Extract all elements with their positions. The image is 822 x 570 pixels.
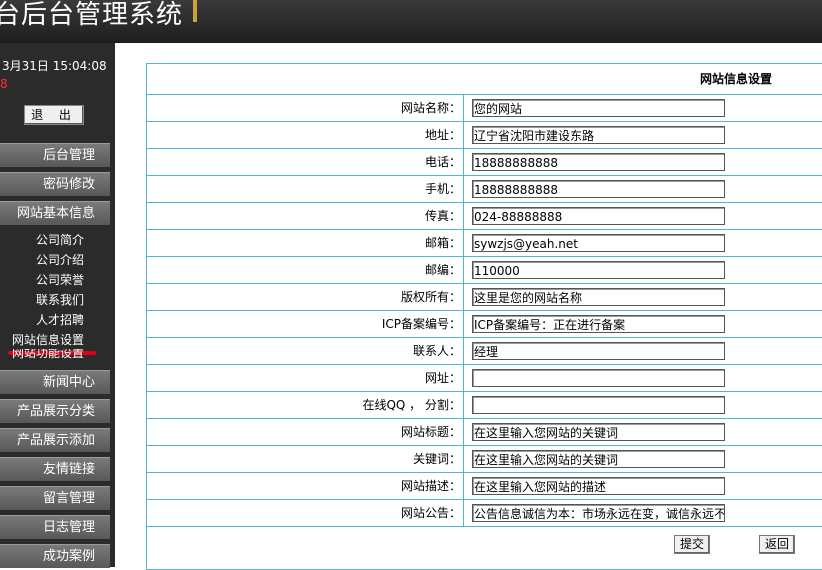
nav-message-management[interactable]: 留言管理 — [0, 486, 110, 510]
top-header-bar: 台后台管理系统 — [0, 0, 822, 43]
app-title: 台后台管理系统 — [0, 0, 184, 30]
field-label-url: 网址： — [147, 365, 464, 391]
form-row: 网站公告： 公告信息诚信为本：市场永远在变，诚信永远不 — [147, 500, 822, 527]
field-label-description: 网站描述： — [147, 473, 464, 499]
field-label-copyright: 版权所有： — [147, 284, 464, 310]
user-indicator: 8 — [0, 77, 8, 91]
main-content: 网站信息设置 网站名称： 您的网站 地址： 辽宁省沈阳市建设东路 电话： 188… — [115, 43, 822, 570]
back-button[interactable]: 返回 — [759, 535, 795, 554]
announcement-input[interactable]: 公告信息诚信为本：市场永远在变，诚信永远不 — [472, 504, 725, 522]
logout-button[interactable]: 退 出 — [24, 105, 84, 125]
field-label-fax: 传真： — [147, 203, 464, 229]
address-input[interactable]: 辽宁省沈阳市建设东路 — [472, 126, 725, 144]
field-label-postcode: 邮编： — [147, 257, 464, 283]
online-qq-input[interactable] — [472, 396, 725, 414]
sub-item-recruitment[interactable]: 人才招聘 — [36, 311, 84, 328]
form-row: 在线QQ ， 分割： — [147, 392, 822, 419]
nav-friend-links[interactable]: 友情链接 — [0, 457, 110, 481]
field-label-keywords: 关键词： — [147, 446, 464, 472]
form-row: 网站标题： 在这里输入您网站的关键词 — [147, 419, 822, 446]
mobile-input[interactable]: 18888888888 — [472, 180, 725, 198]
form-row: 传真： 024-88888888 — [147, 203, 822, 230]
form-row: 网站描述： 在这里输入您网站的描述 — [147, 473, 822, 500]
sidebar: 3月31日 15:04:08 8 退 出 后台管理 密码修改 网站基本信息 公司… — [0, 43, 115, 568]
form-row: 手机： 18888888888 — [147, 176, 822, 203]
postcode-input[interactable]: 110000 — [472, 261, 725, 279]
form-title: 网站信息设置 — [147, 64, 822, 95]
phone-input[interactable]: 18888888888 — [472, 153, 725, 171]
sub-item-company-intro[interactable]: 公司介绍 — [36, 251, 84, 268]
sub-item-site-function-settings[interactable]: 网站功能设置 — [12, 349, 84, 360]
field-label-address: 地址： — [147, 122, 464, 148]
nav-news-center[interactable]: 新闻中心 — [0, 370, 110, 394]
sub-item-company-honors[interactable]: 公司荣誉 — [36, 271, 84, 288]
form-row: 邮编： 110000 — [147, 257, 822, 284]
sub-item-company-profile[interactable]: 公司简介 — [36, 231, 84, 248]
field-label-contact-person: 联系人： — [147, 338, 464, 364]
field-label-site-title: 网站标题： — [147, 419, 464, 445]
form-row: 关键词： 在这里输入您网站的关键词 — [147, 446, 822, 473]
field-label-icp: ICP备案编号： — [147, 311, 464, 337]
form-row: 网址： — [147, 365, 822, 392]
nav-password-change[interactable]: 密码修改 — [0, 172, 110, 196]
email-input[interactable]: sywzjs@yeah.net — [472, 234, 725, 252]
url-input[interactable] — [472, 369, 725, 387]
nav-admin-home[interactable]: 后台管理 — [0, 143, 110, 167]
nav-success-cases[interactable]: 成功案例 — [0, 544, 110, 568]
site-name-input[interactable]: 您的网站 — [472, 99, 725, 117]
current-datetime: 3月31日 15:04:08 — [2, 59, 107, 73]
field-label-site-name: 网站名称： — [147, 95, 464, 121]
sub-item-site-info-settings[interactable]: 网站信息设置 — [12, 331, 84, 348]
title-accent-divider — [193, 0, 197, 22]
sub-item-contact-us[interactable]: 联系我们 — [36, 291, 84, 308]
field-label-announcement: 网站公告： — [147, 500, 464, 526]
nav-log-management[interactable]: 日志管理 — [0, 515, 110, 539]
nav-product-category[interactable]: 产品展示分类 — [0, 399, 110, 423]
form-row: 电话： 18888888888 — [147, 149, 822, 176]
form-row: 联系人： 经理 — [147, 338, 822, 365]
form-row: 网站名称： 您的网站 — [147, 95, 822, 122]
field-label-phone: 电话： — [147, 149, 464, 175]
icp-input[interactable]: ICP备案编号：正在进行备案 — [472, 315, 725, 333]
nav-site-basic-info[interactable]: 网站基本信息 — [0, 201, 110, 225]
contact-person-input[interactable]: 经理 — [472, 342, 725, 360]
keywords-input[interactable]: 在这里输入您网站的关键词 — [472, 450, 725, 468]
description-input[interactable]: 在这里输入您网站的描述 — [472, 477, 725, 495]
copyright-input[interactable]: 这里是您的网站名称 — [472, 288, 725, 306]
field-label-mobile: 手机： — [147, 176, 464, 202]
form-row: ICP备案编号： ICP备案编号：正在进行备案 — [147, 311, 822, 338]
form-row: 版权所有： 这里是您的网站名称 — [147, 284, 822, 311]
field-label-online-qq: 在线QQ ， 分割： — [147, 392, 464, 418]
form-row: 地址： 辽宁省沈阳市建设东路 — [147, 122, 822, 149]
site-info-form: 网站信息设置 网站名称： 您的网站 地址： 辽宁省沈阳市建设东路 电话： 188… — [146, 63, 822, 570]
form-row: 邮箱： sywzjs@yeah.net — [147, 230, 822, 257]
field-label-email: 邮箱： — [147, 230, 464, 256]
nav-product-add[interactable]: 产品展示添加 — [0, 428, 110, 452]
submit-button[interactable]: 提交 — [674, 535, 710, 554]
site-title-input[interactable]: 在这里输入您网站的关键词 — [472, 423, 725, 441]
fax-input[interactable]: 024-88888888 — [472, 207, 725, 225]
